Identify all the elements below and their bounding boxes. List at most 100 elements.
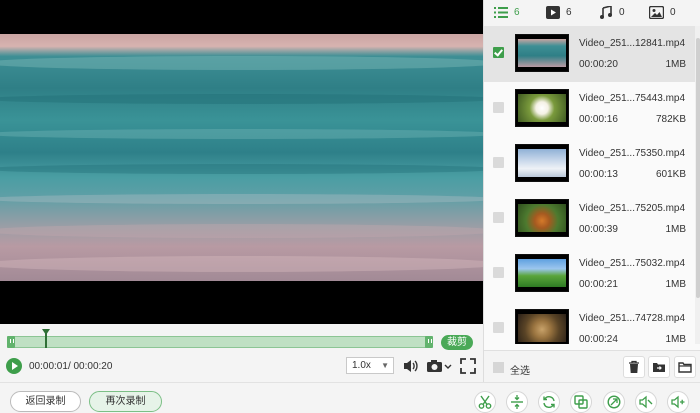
thumbnail-image [518,259,566,287]
file-size: 601KB [655,169,686,180]
refresh-icon [543,395,555,409]
wave-band [0,129,483,139]
tab-all[interactable]: 6 [494,3,520,21]
file-name: Video_251...75350.mp4 [579,148,686,159]
fullscreen-icon[interactable] [459,357,477,375]
volume-down-tool-button[interactable] [635,391,657,413]
file-duration: 00:00:39 [579,224,618,235]
convert-tool-button[interactable] [538,391,560,413]
image-icon [649,5,664,19]
file-list-footer: 全选 [484,350,700,382]
tab-video[interactable]: 6 [546,3,572,21]
wave-band [0,56,483,70]
file-size: 1MB [665,224,686,235]
recording-editor-window: 裁剪 00:00:01/ 00:00:20 1.0x ▼ 6 6 0 0 Vid… [0,0,700,413]
file-list-item[interactable]: Video_251...75205.mp4 00:00:39 1MB [484,191,696,247]
merge-tool-button[interactable] [570,391,592,413]
scissors-icon [478,395,492,409]
bottom-toolbar: 返回录制 再次录制 [0,382,700,413]
wave-band [0,194,483,204]
file-size: 782KB [655,114,686,125]
time-readout: 00:00:01/ 00:00:20 [29,361,112,372]
wave-band [0,256,483,272]
file-list: Video_251...12841.mp4 00:00:20 1MB Video_25… [484,26,696,344]
open-folder-button[interactable] [674,356,696,378]
play-button[interactable] [6,358,22,374]
export-button[interactable] [648,356,670,378]
volume-up-icon [671,395,685,409]
file-checkbox[interactable] [493,322,504,333]
file-checkbox[interactable] [493,267,504,278]
split-tool-button[interactable] [506,391,528,413]
scrollbar[interactable] [695,26,700,344]
file-list-panel: 6 6 0 0 Video_251...12841.mp4 00:00:20 1MB… [483,0,700,382]
video-thumbnail [515,89,569,127]
thumbnail-image [518,149,566,177]
folder-icon [678,362,692,373]
file-list-item[interactable]: Video_251...75443.mp4 00:00:16 782KB [484,81,696,137]
cut-tool-button[interactable] [474,391,496,413]
playhead[interactable] [42,329,51,348]
video-thumbnail [515,34,569,72]
record-again-button[interactable]: 再次录制 [89,391,162,412]
file-checkbox[interactable] [493,157,504,168]
select-all-checkbox[interactable] [493,362,504,373]
tab-count: 6 [566,6,572,18]
timeline: 裁剪 [0,324,483,354]
wave-band [0,164,483,174]
file-list-item[interactable]: Video_251...74728.mp4 00:00:24 1MB [484,301,696,344]
file-size: 1MB [665,279,686,290]
trash-icon [629,360,639,373]
back-to-record-button[interactable]: 返回录制 [10,391,81,412]
trim-track[interactable] [7,336,433,348]
volume-up-tool-button[interactable] [667,391,689,413]
file-list-item[interactable]: Video_251...75032.mp4 00:00:21 1MB [484,246,696,302]
speed-select[interactable]: 1.0x ▼ [346,357,394,374]
tab-image[interactable]: 0 [649,3,676,21]
tab-count: 0 [670,6,676,18]
trim-start-handle[interactable] [7,336,15,348]
file-name: Video_251...74728.mp4 [579,313,686,324]
playback-controls: 00:00:01/ 00:00:20 1.0x ▼ [0,354,483,382]
cut-button[interactable]: 裁剪 [441,335,473,350]
file-size: 1MB [665,334,686,344]
split-icon [511,395,523,409]
music-icon [600,5,612,19]
tab-count: 6 [514,6,520,18]
thumbnail-image [518,204,566,232]
file-checkbox[interactable] [493,47,504,58]
file-list-item[interactable]: Video_251...12841.mp4 00:00:20 1MB [484,26,696,82]
video-player[interactable] [0,0,483,324]
total-time: / 00:00:20 [67,361,113,372]
video-thumbnail [515,254,569,292]
file-checkbox[interactable] [493,212,504,223]
file-list-item[interactable]: Video_251...75350.mp4 00:00:13 601KB [484,136,696,192]
thumbnail-image [518,314,566,342]
volume-down-icon [639,395,653,409]
video-frame [0,34,483,281]
file-duration: 00:00:13 [579,169,618,180]
file-name: Video_251...12841.mp4 [579,38,686,49]
compress-tool-button[interactable] [603,391,625,413]
list-icon [494,6,508,18]
file-checkbox[interactable] [493,102,504,113]
video-thumbnail [515,309,569,344]
delete-button[interactable] [623,356,645,378]
speed-value: 1.0x [352,360,371,371]
thumbnail-image [518,39,566,67]
video-icon [546,5,560,19]
scrollbar-thumb[interactable] [696,38,700,298]
wave-band [0,94,483,104]
wave-band [0,224,483,238]
video-thumbnail [515,199,569,237]
trim-end-handle[interactable] [425,336,433,348]
select-all-label: 全选 [510,366,530,377]
file-name: Video_251...75205.mp4 [579,203,686,214]
media-type-tabs: 6 6 0 0 [484,0,700,26]
file-duration: 00:00:21 [579,279,618,290]
tab-count: 0 [619,6,625,18]
volume-icon[interactable] [402,357,420,375]
screenshot-icon[interactable] [426,357,454,375]
file-size: 1MB [665,59,686,70]
tab-audio[interactable]: 0 [599,3,625,21]
